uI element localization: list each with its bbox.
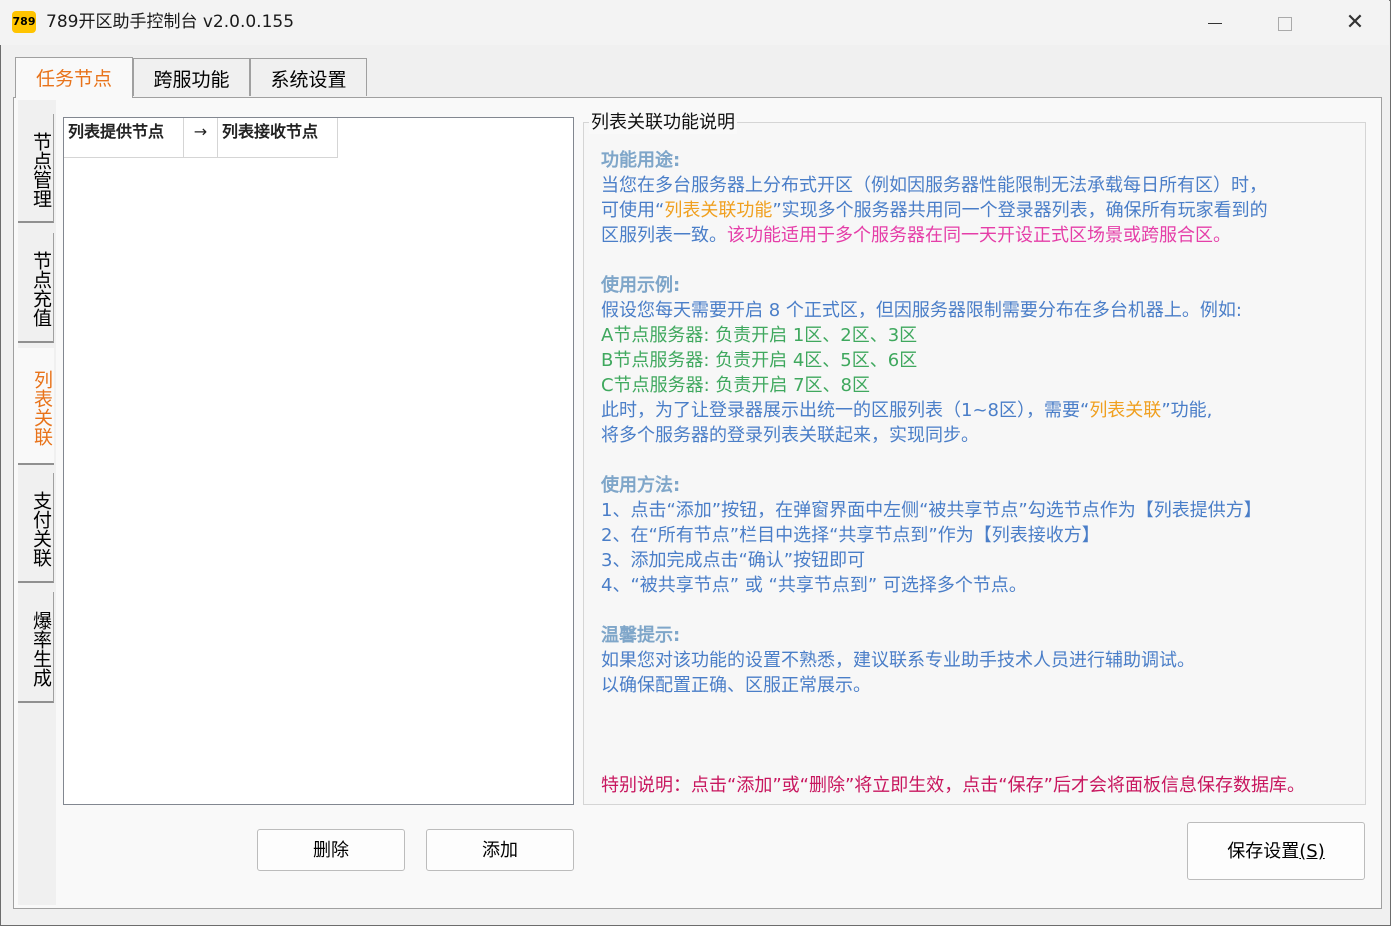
save-button-mnemonic: (S) — [1299, 841, 1325, 862]
example-feature-name: 列表关联 — [1089, 400, 1162, 421]
tips-heading: 温馨提示: — [601, 625, 681, 646]
side-tab-node-management[interactable]: 节点管理 — [18, 114, 54, 223]
tips-line-2: 以确保配置正确、区服正常展示。 — [601, 675, 871, 696]
tab-system-settings[interactable]: 系统设置 — [250, 58, 367, 96]
purpose-line-2-end: ”实现多个服务器共用同一个登录器列表，确保所有玩家看到的 — [772, 200, 1268, 221]
tab-task-nodes[interactable]: 任务节点 — [15, 57, 133, 98]
help-title: 列表关联功能说明 — [589, 112, 737, 134]
example-line-5-end: ”功能, — [1161, 400, 1213, 421]
special-note: 特别说明：点击“添加”或“删除”将立即生效，点击“保存”后才会将面板信息保存数据… — [601, 775, 1305, 796]
side-tab-drop-rate-generation[interactable]: 爆率生成 — [18, 592, 54, 703]
side-tab-payment-association[interactable]: 支付关联 — [18, 473, 54, 583]
tab-cross-server[interactable]: 跨服功能 — [133, 58, 250, 96]
purpose-line-1: 当您在多台服务器上分布式开区（例如因服务器性能限制无法承载每日所有区）时， — [601, 175, 1267, 196]
tips-line-1: 如果您对该功能的设置不熟悉，建议联系专业助手技术人员进行辅助调试。 — [601, 650, 1195, 671]
save-button-label: 保存设置 — [1227, 841, 1300, 862]
close-icon: ✕ — [1345, 10, 1365, 35]
example-line-6: 将多个服务器的登录列表关联起来，实现同步。 — [601, 425, 979, 446]
purpose-scenario: 该功能适用于多个服务器在同一天开设正式区场景或跨服合区。 — [727, 225, 1231, 246]
example-server-a: A节点服务器: 负责开启 1区、2区、3区 — [601, 325, 918, 346]
example-line-5: 此时，为了让登录器展示出统一的区服列表（1~8区），需要“列表关联”功能, — [601, 398, 1212, 423]
example-line-5-start: 此时，为了让登录器展示出统一的区服列表（1~8区），需要“ — [601, 400, 1090, 421]
purpose-line-2: 可使用“列表关联功能”实现多个服务器共用同一个登录器列表，确保所有玩家看到的 — [601, 198, 1268, 223]
column-header-provider[interactable]: 列表提供节点 — [64, 118, 184, 158]
column-header-receiver[interactable]: 列表接收节点 — [218, 118, 338, 158]
purpose-heading: 功能用途: — [601, 150, 681, 171]
maximize-button[interactable] — [1250, 0, 1320, 45]
side-tab-list-association[interactable]: 列表关联 — [18, 348, 54, 465]
purpose-line-2-start: 可使用“ — [601, 200, 665, 221]
side-tab-node-recharge[interactable]: 节点充值 — [18, 233, 54, 343]
purpose-line-3-start: 区服列表一致。 — [601, 225, 727, 246]
minimize-button[interactable] — [1180, 0, 1250, 45]
add-button[interactable]: 添加 — [426, 829, 574, 871]
app-logo: 789 — [12, 11, 36, 33]
purpose-line-3: 区服列表一致。该功能适用于多个服务器在同一天开设正式区场景或跨服合区。 — [601, 223, 1231, 248]
close-button[interactable]: ✕ — [1320, 0, 1390, 45]
example-line-1: 假设您每天需要开启 8 个正式区，但因服务器限制需要分布在多台机器上。例如: — [601, 300, 1242, 321]
method-step-2: 2、在“所有节点”栏目中选择“共享节点到”作为【列表接收方】 — [601, 525, 1100, 546]
method-step-1: 1、点击“添加”按钮，在弹窗界面中左侧“被共享节点”勾选节点作为【列表提供方】 — [601, 500, 1262, 521]
association-list[interactable] — [63, 117, 574, 805]
example-heading: 使用示例: — [601, 275, 681, 296]
method-step-3: 3、添加完成点击“确认”按钮即可 — [601, 550, 866, 571]
column-header-arrow[interactable]: → — [184, 118, 218, 158]
delete-button[interactable]: 删除 — [257, 829, 405, 871]
example-server-b: B节点服务器: 负责开启 4区、5区、6区 — [601, 350, 918, 371]
maximize-icon — [1278, 16, 1292, 31]
method-heading: 使用方法: — [601, 475, 681, 496]
save-settings-button[interactable]: 保存设置(S) — [1187, 822, 1365, 880]
method-step-4: 4、“被共享节点” 或 “共享节点到” 可选择多个节点。 — [601, 575, 1027, 596]
window-title: 789开区助手控制台 v2.0.0.155 — [46, 12, 295, 32]
minimize-icon — [1208, 23, 1222, 24]
purpose-feature-name: 列表关联功能 — [664, 200, 773, 221]
example-server-c: C节点服务器: 负责开启 7区、8区 — [601, 375, 870, 396]
